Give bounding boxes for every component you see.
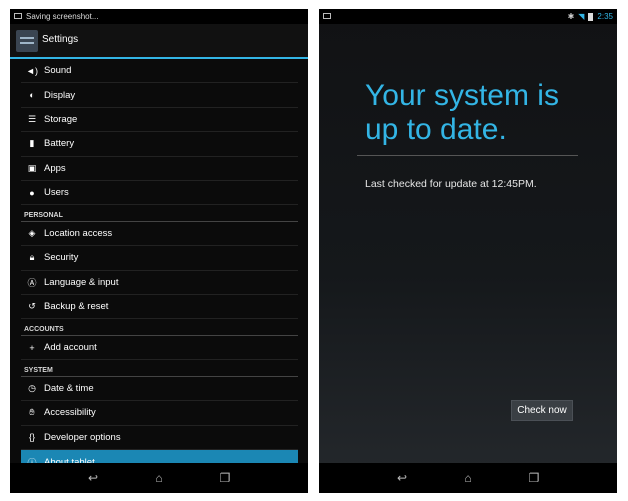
settings-item-label: Date & time [44, 382, 94, 394]
navigation-bar: ↩ ⌂ ❐ [319, 463, 617, 493]
settings-item-label: Battery [44, 138, 75, 150]
location-icon: ◈ [28, 228, 36, 239]
settings-item-security[interactable]: 🔒︎ Security [21, 246, 298, 271]
check-now-button[interactable]: Check now [511, 400, 573, 421]
recent-apps-icon[interactable]: ❐ [213, 471, 237, 485]
settings-item-label: Developer options [44, 431, 121, 443]
headline-line-2: up to date. [365, 113, 507, 146]
navigation-bar: ↩ ⌂ ❐ [10, 463, 308, 493]
status-bar: Saving screenshot... [10, 9, 308, 24]
battery-icon [588, 12, 594, 21]
backup-icon: ↺ [28, 301, 36, 312]
settings-item-backup[interactable]: ↺ Backup & reset [21, 295, 298, 320]
status-right: ✱ ◥ 2:35 [568, 12, 613, 21]
divider [357, 155, 578, 156]
system-update-screen: ✱ ◥ 2:35 Your system is up to date. Last… [319, 9, 617, 493]
section-header-system: SYSTEM [21, 360, 298, 377]
hand-icon: ✋︎ [29, 407, 35, 418]
back-icon[interactable]: ↩ [390, 471, 414, 485]
settings-item-storage[interactable]: ☰ Storage [21, 108, 298, 133]
settings-item-display[interactable]: ◐ Display [21, 83, 298, 108]
settings-app-icon[interactable] [16, 30, 38, 52]
settings-item-label: Location access [44, 228, 113, 240]
screenshot-icon [323, 13, 331, 19]
settings-item-language[interactable]: Ⓐ Language & input [21, 271, 298, 296]
settings-item-developer[interactable]: {} Developer options [21, 426, 298, 450]
settings-item-users[interactable]: ● Users [21, 181, 298, 206]
language-icon: Ⓐ [27, 277, 37, 288]
headline-line-1: Your system is [365, 79, 559, 112]
volume-icon: ◄) [26, 65, 38, 76]
status-text: Saving screenshot... [26, 12, 99, 21]
action-bar: Settings [10, 24, 308, 59]
update-headline: Your system is up to date. [365, 79, 559, 147]
settings-item-label: Language & input [44, 276, 119, 288]
section-header-accounts: ACCOUNTS [21, 319, 298, 336]
section-header-personal: PERSONAL [21, 205, 298, 222]
settings-item-label: Sound [44, 65, 72, 77]
settings-screen: Saving screenshot... Settings ◄) Sound ◐… [10, 9, 308, 493]
apps-icon: ▣ [27, 162, 37, 173]
settings-item-battery[interactable]: ▮ Battery [21, 132, 298, 157]
settings-item-sound[interactable]: ◄) Sound [21, 59, 298, 84]
screenshot-icon [14, 13, 22, 19]
home-icon[interactable]: ⌂ [147, 471, 171, 485]
settings-item-label: Apps [44, 162, 66, 174]
clock-text: 2:35 [597, 12, 613, 21]
status-bar: ✱ ◥ 2:35 [319, 9, 617, 24]
lock-icon: 🔒︎ [29, 252, 35, 263]
last-checked-text: Last checked for update at 12:45PM. [365, 178, 537, 190]
bluetooth-icon: ✱ [567, 12, 575, 21]
brightness-icon: ◐ [29, 90, 35, 101]
settings-item-label: Display [44, 89, 76, 101]
recent-apps-icon[interactable]: ❐ [522, 471, 546, 485]
settings-item-label: Backup & reset [44, 301, 109, 313]
settings-item-accessibility[interactable]: ✋︎ Accessibility [21, 401, 298, 426]
storage-icon: ☰ [27, 113, 37, 124]
settings-item-label: Users [44, 187, 69, 199]
settings-item-label: Storage [44, 113, 78, 125]
settings-item-label: Security [44, 252, 79, 264]
home-icon[interactable]: ⌂ [456, 471, 480, 485]
settings-item-label: Add account [44, 342, 97, 354]
back-icon[interactable]: ↩ [81, 471, 105, 485]
settings-item-add-account[interactable]: + Add account [21, 336, 298, 361]
wifi-icon: ◥ [578, 12, 585, 21]
settings-item-date-time[interactable]: ◷ Date & time [21, 377, 298, 402]
settings-item-label: Accessibility [44, 407, 96, 419]
plus-icon: + [29, 342, 35, 353]
battery-icon: ▮ [29, 138, 35, 149]
page-title: Settings [42, 34, 79, 45]
user-icon: ● [29, 187, 35, 198]
braces-icon: {} [28, 432, 35, 443]
clock-icon: ◷ [28, 382, 36, 393]
settings-item-apps[interactable]: ▣ Apps [21, 157, 298, 181]
settings-list: ◄) Sound ◐ Display ☰ Storage ▮ Battery ▣… [21, 59, 298, 475]
settings-item-location[interactable]: ◈ Location access [21, 222, 298, 247]
